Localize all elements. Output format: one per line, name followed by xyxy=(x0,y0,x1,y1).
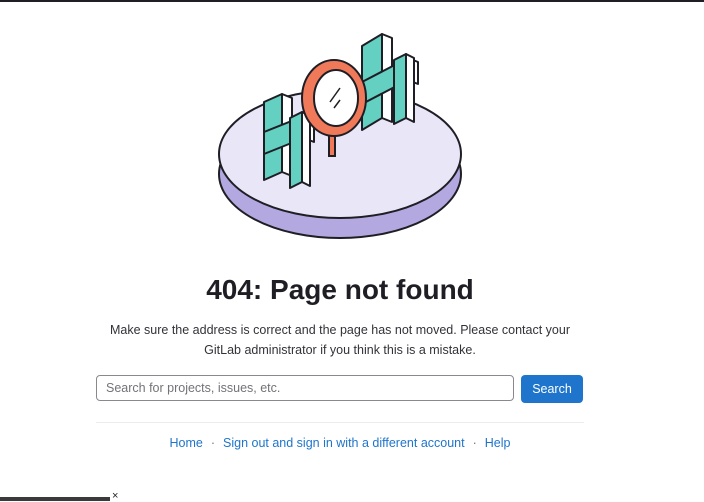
divider xyxy=(96,422,584,423)
link-separator: · xyxy=(210,436,215,450)
error-page: 404: Page not found Make sure the addres… xyxy=(0,0,704,502)
404-illustration xyxy=(218,33,462,239)
search-button[interactable]: Search xyxy=(521,375,583,403)
search-input[interactable] xyxy=(96,375,514,401)
top-border xyxy=(0,0,704,2)
footer-links: Home · Sign out and sign in with a differe… xyxy=(96,434,584,452)
error-description: Make sure the address is correct and the… xyxy=(110,323,570,357)
bottom-toolbar xyxy=(0,497,110,501)
link-separator: · xyxy=(472,436,477,450)
sign-out-link[interactable]: Sign out and sign in with a different ac… xyxy=(223,436,465,450)
page-title: 404: Page not found xyxy=(206,274,474,305)
search-form: Search xyxy=(96,375,584,403)
help-link[interactable]: Help xyxy=(485,436,511,450)
close-icon[interactable]: × xyxy=(112,490,118,502)
home-link[interactable]: Home xyxy=(169,436,202,450)
